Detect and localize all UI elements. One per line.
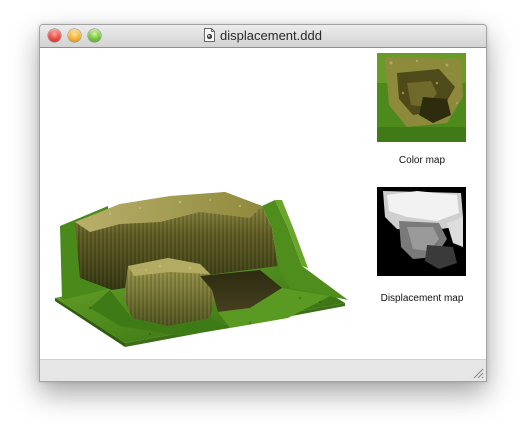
window-title: displacement.ddd (220, 28, 322, 43)
status-bar (40, 359, 486, 381)
displacement-map-thumbnail[interactable] (377, 187, 466, 276)
resize-grip-icon[interactable] (472, 367, 484, 379)
color-map-thumbnail[interactable] (377, 53, 466, 142)
document-window: displacement.ddd Color map Displacement … (39, 24, 487, 382)
window-title-area: displacement.ddd (40, 28, 486, 43)
color-map-label: Color map (398, 155, 446, 166)
document-icon (204, 28, 216, 42)
title-bar[interactable]: displacement.ddd (40, 25, 486, 48)
displacement-map-label: Displacement map (380, 293, 464, 304)
document-content: Color map Displacement map (40, 48, 486, 360)
terrain-3d-render[interactable] (50, 148, 350, 348)
